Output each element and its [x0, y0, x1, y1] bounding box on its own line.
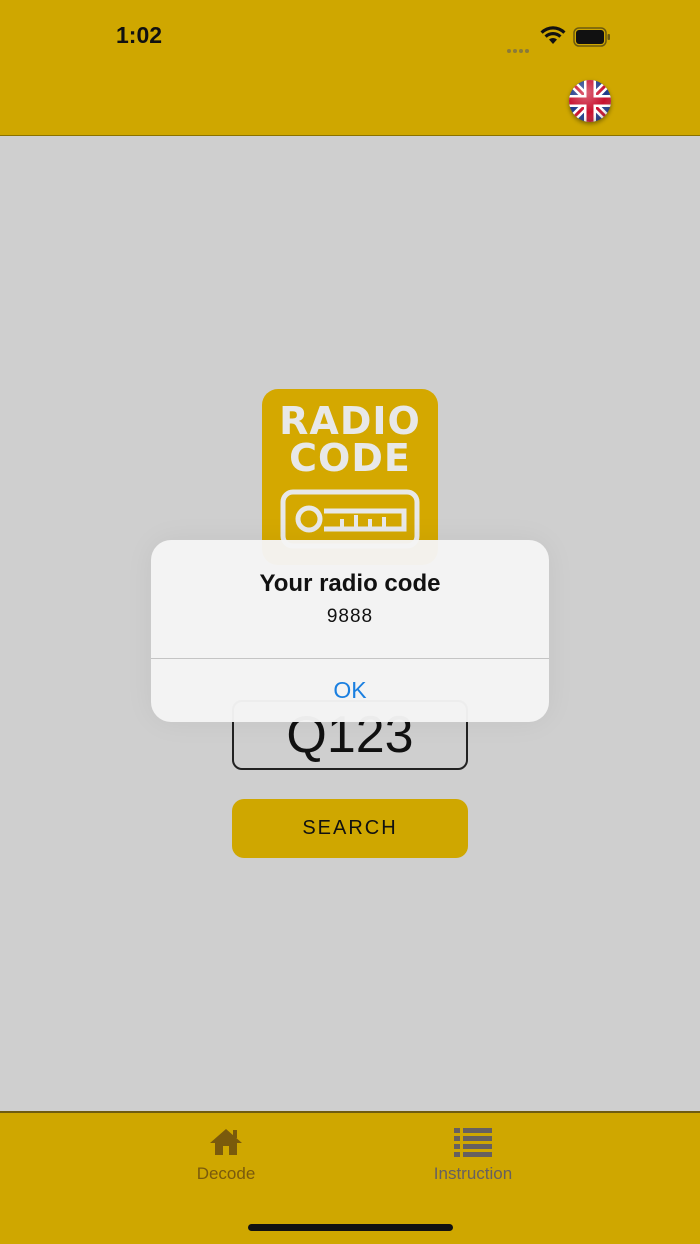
tab-instruction[interactable]: Instruction [393, 1127, 553, 1184]
tab-instruction-label: Instruction [433, 1164, 513, 1183]
logo-line1: RADIO [279, 399, 421, 443]
home-icon [210, 1129, 242, 1155]
tab-decode-label: Decode [196, 1164, 256, 1183]
wifi-icon [540, 26, 566, 44]
list-icon [454, 1128, 492, 1157]
radio-code-alert: Your radio code 9888 OK [151, 540, 549, 722]
radio-code-logo: RADIO CODE [262, 389, 438, 565]
tab-decode[interactable]: Decode [146, 1127, 306, 1184]
alert-message: 9888 [326, 606, 374, 627]
search-button[interactable]: SEARCH [232, 799, 468, 858]
alert-ok-button[interactable]: OK [151, 659, 549, 722]
logo-line2: CODE [289, 436, 411, 480]
home-indicator[interactable] [248, 1224, 453, 1231]
cellular-signal-icon [507, 40, 531, 58]
top-bar: 1:02 [0, 0, 700, 136]
alert-title: Your radio code [259, 570, 441, 597]
uk-flag-icon[interactable] [569, 80, 611, 122]
battery-icon [573, 27, 610, 47]
status-time: 1:02 [116, 22, 163, 48]
